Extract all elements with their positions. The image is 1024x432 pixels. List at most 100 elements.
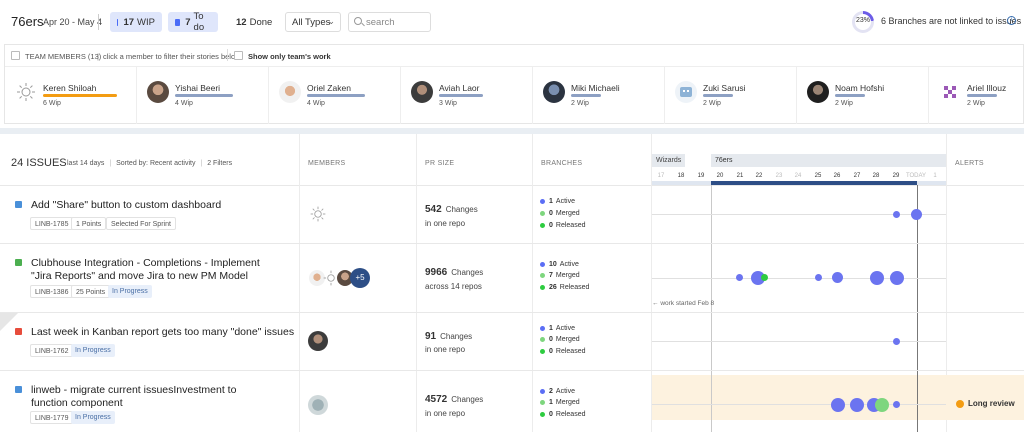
member-wip: 4 Wip: [175, 100, 193, 107]
member-avatar[interactable]: [308, 331, 328, 351]
warning-dot-icon: [956, 399, 964, 408]
activity-dot[interactable]: [893, 401, 900, 408]
date-range[interactable]: Apr 20 - May 4: [43, 17, 102, 27]
member-avatar[interactable]: [308, 395, 328, 415]
activity-dot[interactable]: [893, 211, 900, 218]
filter-wip-chip[interactable]: 17 WIP: [110, 12, 162, 32]
meta-separator: |: [200, 160, 203, 167]
merged-label: Merged: [555, 399, 580, 406]
pr-changes-label: Changes: [451, 395, 484, 404]
member-card-miki-michaeli[interactable]: Miki Michaeli 2 Wip: [533, 67, 665, 124]
meta-separator: |: [109, 160, 112, 167]
members-title-separator: |: [97, 52, 99, 61]
branch-active: 10 Active: [540, 261, 579, 268]
avatar: [147, 81, 169, 103]
pr-changes-label: Changes: [451, 268, 484, 277]
issue-title[interactable]: Clubhouse Integration - Completions - Im…: [31, 257, 271, 283]
long-review-alert[interactable]: Long review: [956, 399, 1015, 408]
col-header-branches: BRANCHES: [541, 160, 583, 167]
member-wip: 4 Wip: [307, 100, 325, 107]
filter-todo-chip[interactable]: 7 To do: [168, 11, 218, 33]
avatar: [279, 81, 301, 103]
info-icon[interactable]: i: [1007, 16, 1016, 25]
pr-changes: 542: [425, 204, 442, 215]
timeline-tick: 17: [657, 173, 665, 179]
table-row[interactable]: [0, 186, 1024, 244]
wip-bar: [307, 94, 365, 97]
chevron-down-icon: ⌄: [327, 16, 335, 26]
active-count: 1: [549, 325, 553, 332]
collapse-icon[interactable]: [11, 51, 20, 60]
pixel-avatar-icon: [944, 86, 956, 98]
member-card-aviah-laor[interactable]: Aviah Laor 3 Wip: [401, 67, 533, 124]
member-name: Ariel Illouz: [967, 83, 1007, 93]
avatar: [411, 81, 433, 103]
member-card-zuki-sarusi[interactable]: Zuki Sarusi 2 Wip: [665, 67, 797, 124]
branch-active: 1 Active: [540, 198, 575, 205]
activity-dot[interactable]: [736, 274, 743, 281]
timeline-track: [652, 404, 946, 405]
table-row[interactable]: [0, 313, 1024, 371]
member-wip: 2 Wip: [703, 100, 721, 107]
activity-dot[interactable]: [911, 209, 922, 220]
issue-key[interactable]: LINB-1386: [30, 285, 74, 298]
col-header-pr-size: PR SIZE: [425, 160, 455, 167]
pr-size: 91 Changes: [425, 331, 472, 342]
epic-76ers[interactable]: 76ers: [711, 154, 946, 167]
timeline-tick: 24: [794, 173, 802, 179]
unlinked-branches-text[interactable]: 6 Branches are not linked to issues: [881, 16, 1021, 26]
types-dropdown[interactable]: All Types ⌄: [285, 12, 341, 32]
show-team-work-label: Show only team's work: [248, 52, 331, 61]
activity-dot[interactable]: [890, 271, 904, 285]
filters-count[interactable]: 2 Filters: [207, 160, 232, 167]
merged-count: 1: [549, 399, 553, 406]
sort-by[interactable]: Sorted by: Recent activity: [116, 160, 195, 167]
timeline-tick: 20: [716, 173, 724, 179]
activity-dot[interactable]: [870, 271, 884, 285]
member-card-yishai-beeri[interactable]: Yishai Beeri 4 Wip: [137, 67, 269, 124]
activity-dot[interactable]: [875, 398, 889, 412]
member-avatar[interactable]: [309, 205, 327, 226]
issue-title[interactable]: linweb - migrate current issuesInvestmen…: [31, 384, 261, 410]
show-team-work-checkbox[interactable]: [234, 51, 243, 60]
wip-count: 17: [123, 16, 135, 28]
avatar: [939, 81, 961, 103]
wip-bar: [571, 94, 601, 97]
members-header: TEAM MEMBERS (13) | click a member to fi…: [5, 45, 1023, 67]
activity-dot[interactable]: [893, 338, 900, 345]
search-input[interactable]: search: [348, 12, 431, 32]
member-card-noam-hofshi[interactable]: Noam Hofshi 2 Wip: [797, 67, 929, 124]
more-members-badge[interactable]: +5: [350, 268, 370, 288]
date-window: last 14 days: [67, 160, 105, 167]
issue-title[interactable]: Add "Share" button to custom dashboard: [31, 199, 221, 212]
member-card-keren-shiloah[interactable]: Keren Shiloah 6 Wip: [5, 67, 137, 124]
task-type-icon: [15, 201, 22, 208]
pr-size: 542 Changes: [425, 204, 478, 215]
timeline-track: [652, 214, 946, 215]
activity-dot[interactable]: [850, 398, 864, 412]
issue-title[interactable]: Last week in Kanban report gets too many…: [31, 326, 294, 339]
member-name: Miki Michaeli: [571, 83, 620, 93]
pr-scope: in one repo: [425, 345, 466, 354]
epic-wizards[interactable]: Wizards: [652, 154, 685, 167]
timeline-tick: 29: [892, 173, 900, 179]
filter-done-chip[interactable]: 12 Done: [224, 12, 278, 32]
member-card-ariel-illouz[interactable]: Ariel Illouz 2 Wip: [929, 67, 1023, 124]
issue-key[interactable]: LINB-1785: [30, 217, 74, 230]
activity-dot[interactable]: [815, 274, 822, 281]
active-count: 1: [549, 198, 553, 205]
timeline-tick: 21: [736, 173, 744, 179]
sun-icon: [310, 206, 326, 222]
member-name: Aviah Laor: [439, 83, 480, 93]
released-label: Released: [555, 222, 586, 229]
merged-count: 0: [549, 210, 553, 217]
issue-points: 1 Points: [71, 217, 107, 230]
issue-key[interactable]: LINB-1762: [30, 344, 74, 357]
member-card-oriel-zaken[interactable]: Oriel Zaken 4 Wip: [269, 67, 401, 124]
member-wip: 2 Wip: [835, 100, 853, 107]
activity-dot[interactable]: [832, 272, 843, 283]
pr-size: 9966 Changes: [425, 267, 483, 278]
issue-key[interactable]: LINB-1779: [30, 411, 74, 424]
activity-dot[interactable]: [761, 274, 768, 281]
activity-dot[interactable]: [831, 398, 845, 412]
